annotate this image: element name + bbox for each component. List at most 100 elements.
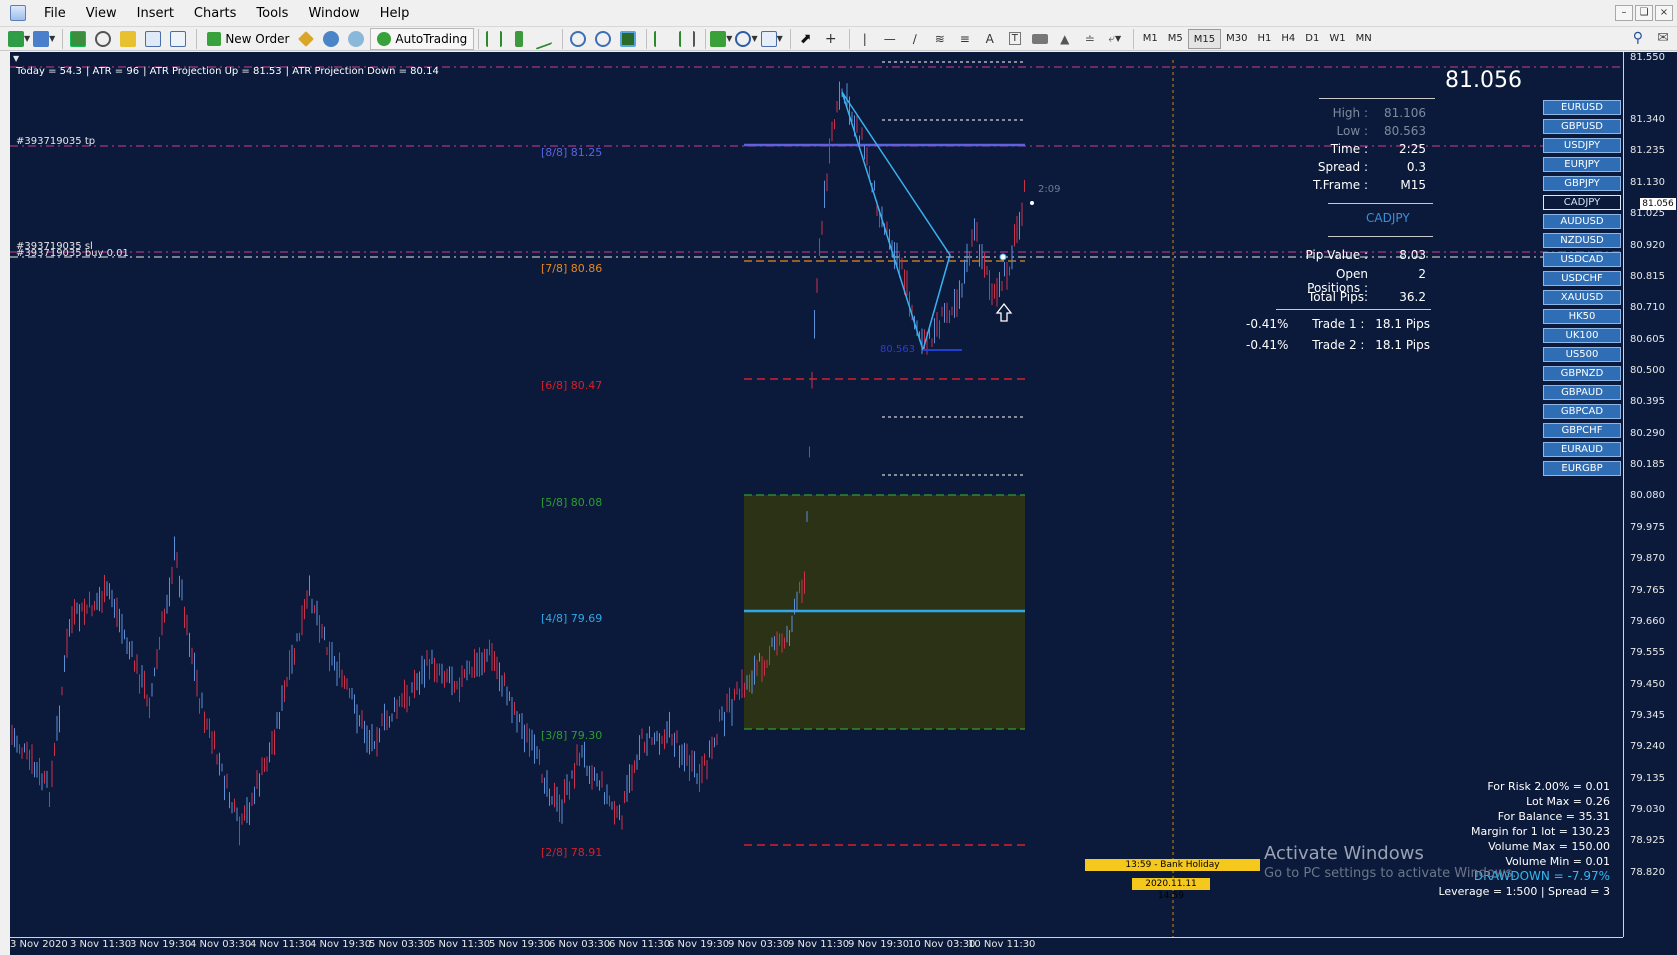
minimize-button[interactable]: –	[1615, 5, 1633, 21]
channel-icon: ≋	[934, 31, 945, 46]
vps-button[interactable]	[345, 29, 367, 49]
timeframe-mn[interactable]: MN	[1351, 29, 1377, 49]
timeframe-m5[interactable]: M5	[1163, 29, 1188, 49]
symbol-button-gbpaud[interactable]: GBPAUD	[1543, 385, 1621, 400]
signals-button[interactable]	[320, 29, 342, 49]
timeframe-m15[interactable]: M15	[1187, 28, 1222, 49]
symbol-button-gbpnzd[interactable]: GBPNZD	[1543, 366, 1621, 381]
zoom-out-button[interactable]	[592, 29, 614, 49]
horizontal-line-button[interactable]: —	[879, 29, 901, 49]
profiles-button[interactable]: ▼	[33, 29, 55, 49]
bar-chart-button[interactable]	[483, 29, 505, 49]
text-button[interactable]: A	[979, 29, 1001, 49]
candle-chart-button[interactable]	[508, 29, 530, 49]
x-tick-label: 5 Nov 19:30	[489, 939, 551, 950]
timeframe-h1[interactable]: H1	[1252, 29, 1276, 49]
triangle-button[interactable]: ▲	[1054, 29, 1076, 49]
timeframe-w1[interactable]: W1	[1324, 29, 1350, 49]
x-tick-label: 4 Nov 19:30	[310, 939, 372, 950]
crosshair-icon: +	[824, 30, 837, 47]
symbol-button-xauusd[interactable]: XAUUSD	[1543, 290, 1621, 305]
symbol-button-usdjpy[interactable]: USDJPY	[1543, 138, 1621, 153]
symbol-button-gbpcad[interactable]: GBPCAD	[1543, 404, 1621, 419]
fibo-fan-button[interactable]: ≐	[1079, 29, 1101, 49]
new-chart-button[interactable]: ▼	[8, 29, 30, 49]
terminal-button[interactable]	[142, 29, 164, 49]
menu-view[interactable]: View	[76, 0, 127, 27]
symbol-button-nzdusd[interactable]: NZDUSD	[1543, 233, 1621, 248]
symbol-button-gbpjpy[interactable]: GBPJPY	[1543, 176, 1621, 191]
symbol-button-cadjpy[interactable]: CADJPY	[1543, 195, 1621, 210]
navigator-button[interactable]	[117, 29, 139, 49]
chart-shift-button[interactable]	[676, 29, 698, 49]
timeframe-m30[interactable]: M30	[1221, 29, 1252, 49]
new-order-button[interactable]: New Order	[201, 28, 295, 50]
metaeditor-button[interactable]	[295, 29, 317, 49]
symbol-button-gbpusd[interactable]: GBPUSD	[1543, 119, 1621, 134]
indicators-button[interactable]: ▼	[710, 29, 732, 49]
toolbar-separator	[62, 28, 64, 49]
y-tick-label: 81.340	[1630, 114, 1665, 125]
symbol-button-usdchf[interactable]: USDCHF	[1543, 271, 1621, 286]
line-chart-button[interactable]	[533, 27, 555, 50]
autoscroll-button[interactable]	[651, 29, 673, 49]
symbol-button-eurusd[interactable]: EURUSD	[1543, 100, 1621, 115]
templates-button[interactable]: ▼	[760, 29, 783, 49]
cursor-icon: ⬈	[799, 30, 812, 47]
holiday-banner: 13:59 - Bank Holiday	[1085, 859, 1260, 871]
restore-button[interactable]: ❏	[1635, 5, 1653, 21]
autotrading-button[interactable]: AutoTrading	[370, 27, 475, 50]
crosshair-button[interactable]: +	[820, 29, 842, 49]
search-icon[interactable]: ⚲	[1633, 30, 1643, 46]
panel-divider	[1276, 309, 1431, 310]
symbol-button-uk100[interactable]: UK100	[1543, 328, 1621, 343]
cursor-button[interactable]: ⬈	[795, 29, 817, 49]
trade-2-label: Trade 2 :	[1312, 338, 1365, 352]
vertical-line-button[interactable]: |	[854, 29, 876, 49]
trendline-button[interactable]: ∕	[904, 29, 926, 49]
symbol-button-euraud[interactable]: EURAUD	[1543, 442, 1621, 457]
tp-label: #393719035 tp	[16, 136, 96, 147]
menu-help[interactable]: Help	[370, 0, 420, 27]
close-button[interactable]: ×	[1655, 5, 1673, 21]
chat-icon[interactable]: ✉	[1657, 30, 1669, 46]
trade-1-pips: 18.1 Pips	[1375, 317, 1430, 331]
symbol-button-eurgbp[interactable]: EURGBP	[1543, 461, 1621, 476]
symbol-button-usdcad[interactable]: USDCAD	[1543, 252, 1621, 267]
data-window-button[interactable]	[92, 29, 114, 49]
fibonacci-button[interactable]: ≡	[954, 29, 976, 49]
person-icon	[323, 30, 340, 47]
tile-windows-button[interactable]	[617, 29, 639, 49]
equidistant-channel-button[interactable]: ≋	[929, 29, 951, 49]
zoom-in-button[interactable]	[567, 29, 589, 49]
menu-charts[interactable]: Charts	[184, 0, 247, 27]
atr-projection-down: ATR Projection Down = 80.14	[292, 66, 439, 77]
timeframe-d1[interactable]: D1	[1300, 29, 1324, 49]
menu-tools[interactable]: Tools	[246, 0, 298, 27]
chart-window[interactable]: Today = 54.3 | ATR = 96 | ATR Projection U…	[10, 52, 1677, 955]
text-label-button[interactable]: T	[1004, 29, 1026, 49]
periods-button[interactable]: ▼	[735, 29, 758, 49]
star-folder-icon	[120, 30, 137, 47]
symbol-button-eurjpy[interactable]: EURJPY	[1543, 157, 1621, 172]
rectangle-button[interactable]	[1029, 29, 1051, 49]
tester-button[interactable]	[167, 29, 189, 49]
crosshair-icon	[95, 30, 112, 47]
toolbar-separator	[789, 28, 791, 49]
menu-file[interactable]: File	[34, 0, 76, 27]
pip-value-row: Pip Value : 8.03	[1280, 248, 1426, 262]
symbol-button-gbpchf[interactable]: GBPCHF	[1543, 423, 1621, 438]
level-3-8-label: [3/8] 79.30	[541, 729, 602, 742]
chart-menu-icon[interactable]: ▼	[13, 54, 19, 63]
timeframe-m1[interactable]: M1	[1138, 29, 1163, 49]
menu-insert[interactable]: Insert	[127, 0, 184, 27]
arrows-button[interactable]: ⤶ ▼	[1104, 29, 1126, 49]
symbol-button-audusd[interactable]: AUDUSD	[1543, 214, 1621, 229]
toolbar-separator	[196, 28, 198, 49]
menu-window[interactable]: Window	[298, 0, 369, 27]
buy-label: #393719035 buy 0.01	[16, 248, 129, 259]
symbol-button-us500[interactable]: US500	[1543, 347, 1621, 362]
symbol-button-hk50[interactable]: HK50	[1543, 309, 1621, 324]
market-watch-button[interactable]	[67, 29, 89, 49]
timeframe-h4[interactable]: H4	[1276, 29, 1300, 49]
